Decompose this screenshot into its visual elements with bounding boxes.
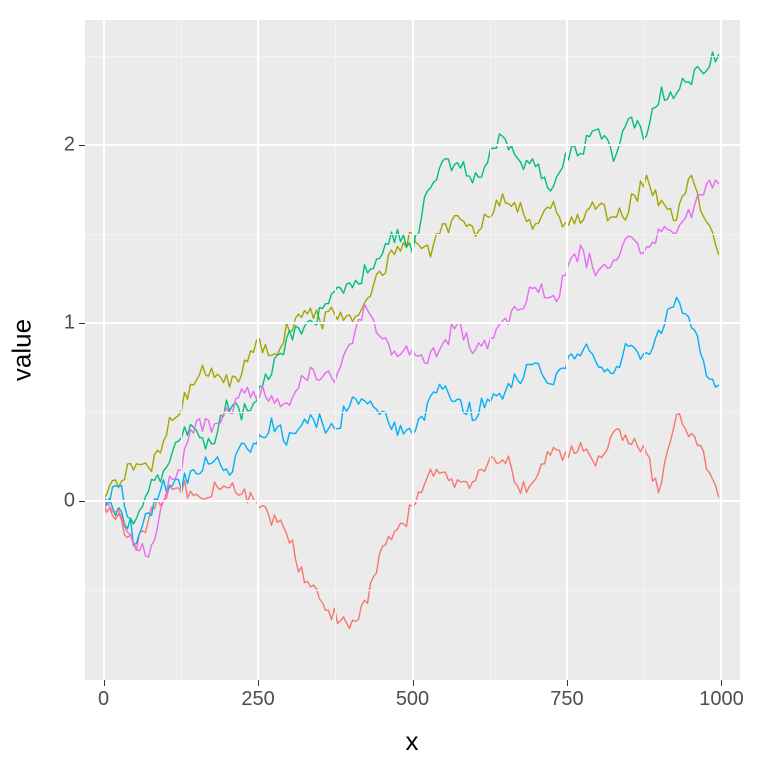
x-tick-mark [567,680,568,686]
x-axis-title: x [406,726,419,757]
minor-grid-x [490,20,491,680]
y-tick-label: 0 [43,490,75,513]
x-tick-label: 250 [241,688,274,711]
y-tick-mark [79,145,85,146]
minor-grid-x [644,20,645,680]
major-grid-y [85,144,740,146]
x-tick-label: 0 [98,688,109,711]
x-tick-mark [413,680,414,686]
major-grid-x [257,20,259,680]
major-grid-y [85,322,740,324]
x-tick-label: 1000 [699,688,744,711]
minor-grid-x [181,20,182,680]
y-tick-label: 1 [43,312,75,335]
plot-panel [85,20,740,680]
major-grid-y [85,500,740,502]
major-grid-x [566,20,568,680]
major-grid-x [103,20,105,680]
major-grid-x [720,20,722,680]
chart-container: x value 0 250 500 750 1000 0 1 2 [0,0,768,768]
y-tick-mark [79,501,85,502]
minor-grid-x [335,20,336,680]
y-axis-title: value [7,319,38,381]
major-grid-x [412,20,414,680]
x-tick-label: 500 [396,688,429,711]
x-tick-mark [258,680,259,686]
x-tick-mark [104,680,105,686]
y-tick-mark [79,323,85,324]
x-tick-label: 750 [550,688,583,711]
y-tick-label: 2 [43,134,75,157]
x-tick-mark [721,680,722,686]
